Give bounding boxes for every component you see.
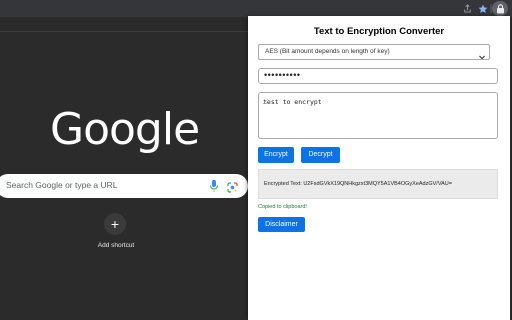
share-icon[interactable] [462,3,473,14]
browser-toolbar [0,0,512,17]
copied-status-message: Copied to clipboard! [258,204,307,210]
search-input[interactable]: Search Google or type a URL [6,180,118,190]
key-input[interactable]: •••••••••• [258,68,498,84]
lock-icon[interactable] [492,1,508,16]
algorithm-select[interactable]: AES (Bit amount depends on length of key… [258,44,490,60]
microphone-icon[interactable] [209,179,219,193]
encrypt-button[interactable]: Encrypt [258,147,294,163]
encrypted-text: Encrypted Text: U2FsdGVkX19QNHkgzxt3MQY5… [264,181,452,187]
google-lens-icon[interactable] [227,180,238,193]
algorithm-selected-value: AES (Bit amount depends on length of key… [265,48,390,55]
plaintext-value: test to encrypt [263,98,322,106]
chevron-down-icon [478,48,486,60]
popup-title: Text to Encryption Converter [313,26,445,37]
plaintext-textarea[interactable]: test to encrypt [258,92,498,139]
add-shortcut-button[interactable]: + [104,213,126,235]
search-box[interactable]: Search Google or type a URL [0,174,248,198]
star-icon[interactable] [477,3,488,14]
extension-popup: Text to Encryption Converter AES (Bit am… [248,16,510,320]
disclaimer-button[interactable]: Disclaimer [258,217,305,232]
result-output: Encrypted Text: U2FsdGVkX19QNHkgzxt3MQY5… [258,169,498,199]
divider [0,31,248,32]
google-logo: Google [50,104,200,155]
resize-handle-icon[interactable] [262,98,269,105]
add-shortcut-label: Add shortcut [97,242,135,249]
decrypt-button[interactable]: Decrypt [301,147,340,163]
key-input-value: •••••••••• [264,70,301,80]
